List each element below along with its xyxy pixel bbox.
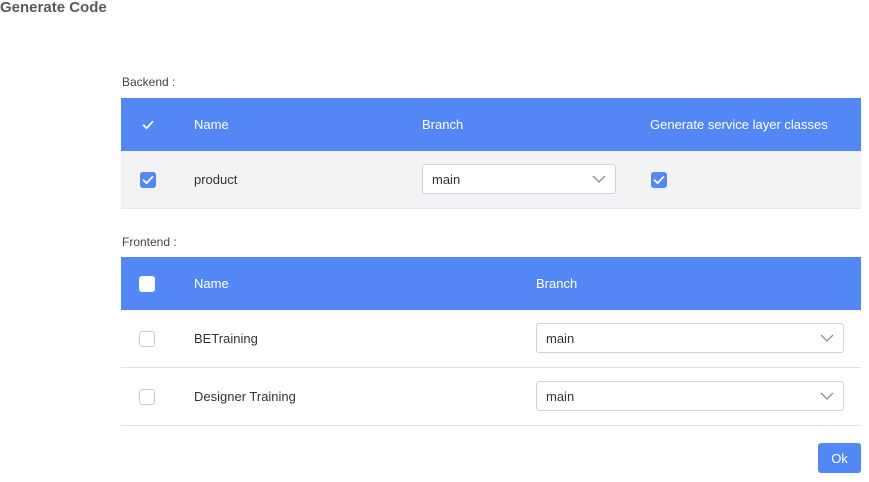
row-select-checkbox[interactable] bbox=[139, 388, 155, 405]
check-icon bbox=[653, 175, 665, 184]
chevron-down-icon bbox=[820, 334, 834, 342]
frontend-grid: Name Branch BETraining main Designer Tra… bbox=[121, 257, 861, 426]
backend-grid: Name Branch Generate service layer class… bbox=[121, 98, 861, 209]
backend-header-branch: Branch bbox=[422, 117, 464, 132]
backend-select-all-cell bbox=[140, 98, 156, 151]
chevron-down-icon bbox=[592, 175, 606, 183]
row-select-checkbox[interactable] bbox=[139, 330, 155, 347]
branch-select[interactable]: main bbox=[422, 164, 616, 194]
branch-select[interactable]: main bbox=[536, 323, 844, 353]
frontend-grid-header: Name Branch bbox=[121, 257, 861, 310]
chevron-down-icon bbox=[820, 392, 834, 400]
branch-select[interactable]: main bbox=[536, 381, 844, 411]
frontend-section-label: Frontend : bbox=[122, 235, 177, 249]
frontend-header-name: Name bbox=[194, 276, 229, 291]
ok-button[interactable]: Ok bbox=[818, 443, 861, 473]
backend-header-name: Name bbox=[194, 117, 229, 132]
backend-grid-header: Name Branch Generate service layer class… bbox=[121, 98, 861, 151]
check-icon bbox=[142, 120, 154, 129]
frontend-select-all-checkbox[interactable] bbox=[139, 275, 155, 292]
backend-header-service-layer: Generate service layer classes bbox=[650, 117, 828, 132]
branch-select-value: main bbox=[546, 330, 575, 346]
frontend-header-branch: Branch bbox=[536, 276, 578, 291]
check-icon bbox=[142, 175, 154, 184]
row-name: Designer Training bbox=[194, 389, 296, 404]
table-row: product main bbox=[121, 151, 861, 209]
table-row: Designer Training main bbox=[121, 368, 861, 426]
service-layer-checkbox[interactable] bbox=[651, 171, 667, 188]
row-select-checkbox[interactable] bbox=[140, 171, 156, 188]
branch-select-value: main bbox=[546, 388, 575, 404]
backend-select-all-checkbox[interactable] bbox=[140, 117, 156, 133]
branch-select-value: main bbox=[432, 171, 461, 187]
page-title: Generate Code bbox=[0, 0, 107, 16]
row-name: BETraining bbox=[194, 331, 258, 346]
frontend-select-all-cell bbox=[139, 257, 155, 310]
table-row: BETraining main bbox=[121, 310, 861, 368]
backend-section-label: Backend : bbox=[122, 75, 176, 89]
row-name: product bbox=[194, 172, 238, 187]
